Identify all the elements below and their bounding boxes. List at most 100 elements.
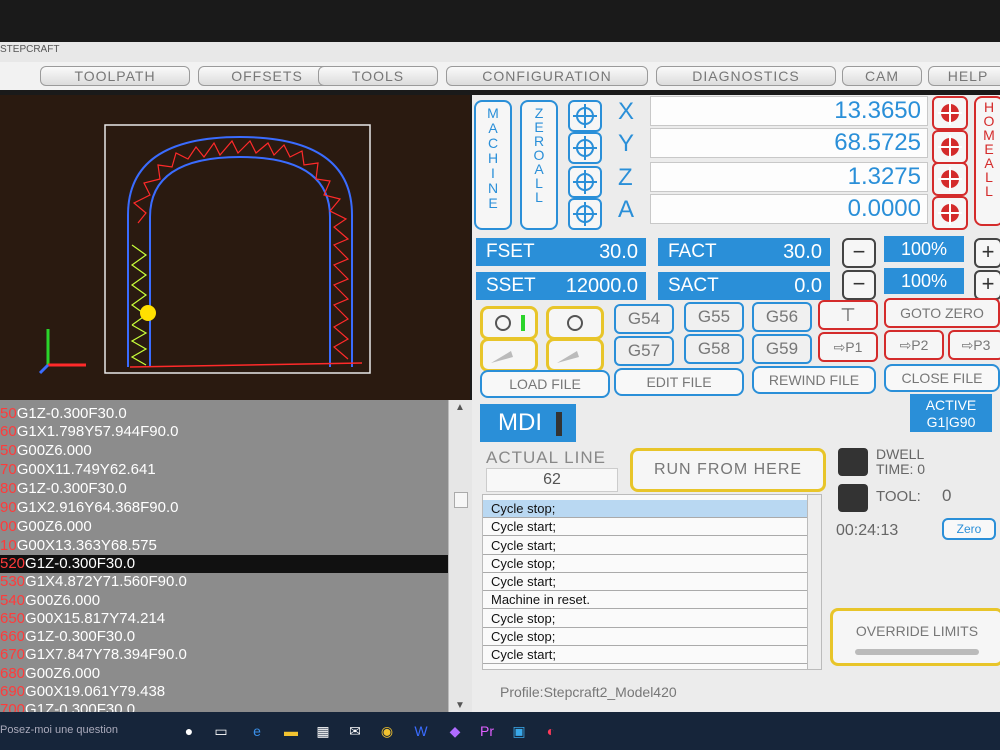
message-log[interactable]: Cycle stop; Cycle start; Cycle start; Cy… <box>482 494 822 670</box>
g55-button[interactable]: G55 <box>684 302 744 332</box>
gcode-line[interactable]: 00G00Z6.000 <box>0 518 448 536</box>
zero-timer-button[interactable]: Zero <box>942 518 996 540</box>
tab-cam[interactable]: CAM <box>842 66 922 86</box>
goto-p2-button[interactable]: ⇨P2 <box>884 330 944 360</box>
zero-a-button[interactable] <box>568 198 602 230</box>
zero-y-button[interactable] <box>568 132 602 164</box>
log-scrollbar[interactable] <box>807 495 821 669</box>
log-row[interactable]: Cycle start; <box>483 518 807 536</box>
override-limits-button[interactable]: OVERRIDE LIMITS <box>830 608 1000 666</box>
rewind-file-button[interactable]: REWIND FILE <box>752 366 876 394</box>
scroll-down-icon[interactable]: ▼ <box>455 700 465 711</box>
probe-button[interactable]: ⊤ <box>818 300 878 330</box>
run-from-here-button[interactable]: RUN FROM HERE <box>630 448 826 492</box>
gcode-scrollbar[interactable]: ▲ ▼ <box>448 400 473 722</box>
log-row[interactable]: Cycle stop; <box>483 500 807 518</box>
scroll-up-icon[interactable]: ▲ <box>455 402 465 413</box>
coolant-flood-button[interactable] <box>480 338 538 372</box>
sset-display[interactable]: SSET 12000.0 <box>476 272 646 300</box>
gcode-line[interactable]: 10G00X13.363Y68.575 <box>0 537 448 555</box>
mail-icon[interactable]: ✉ <box>346 722 364 740</box>
gcode-line[interactable]: 50G00Z6.000 <box>0 442 448 460</box>
gcode-line[interactable]: 680G00Z6.000 <box>0 665 448 683</box>
g59-button[interactable]: G59 <box>752 334 812 364</box>
load-file-button[interactable]: LOAD FILE <box>480 370 610 398</box>
log-row[interactable]: Cycle stop; <box>483 555 807 573</box>
spindle-cw-button[interactable] <box>480 306 538 340</box>
home-all-button[interactable]: HOME ALL <box>974 96 1000 226</box>
goto-p1-button[interactable]: ⇨P1 <box>818 332 878 362</box>
log-row[interactable]: Cycle stop; <box>483 610 807 628</box>
stepcraft-app-icon[interactable]: ◐ <box>542 722 560 740</box>
spindle-plus-button[interactable]: + <box>974 270 1000 300</box>
gcode-line[interactable]: 80G1Z-0.300F30.0 <box>0 480 448 498</box>
dwell-indicator <box>838 448 868 476</box>
tab-help[interactable]: HELP <box>928 66 1000 86</box>
log-row[interactable]: Cycle stop; <box>483 628 807 646</box>
word-icon[interactable]: W <box>412 722 430 740</box>
toolpath-view[interactable] <box>0 95 470 400</box>
microphone-icon[interactable]: ● <box>180 722 198 740</box>
edge-icon[interactable]: e <box>248 722 266 740</box>
g58-button[interactable]: G58 <box>684 334 744 364</box>
dro-y[interactable]: 68.5725 <box>650 128 928 158</box>
home-x-button[interactable] <box>932 96 968 130</box>
app-icon[interactable]: ▣ <box>510 722 528 740</box>
scroll-thumb[interactable] <box>454 492 468 508</box>
gcode-line[interactable]: 530G1X4.872Y71.560F90.0 <box>0 573 448 591</box>
chrome-icon[interactable]: ◉ <box>378 722 396 740</box>
log-row[interactable]: Machine in reset. <box>483 591 807 609</box>
home-a-button[interactable] <box>932 196 968 230</box>
goto-zero-button[interactable]: GOTO ZERO <box>884 298 1000 328</box>
spindle-minus-button[interactable]: − <box>842 270 876 300</box>
tab-configuration[interactable]: CONFIGURATION <box>446 66 648 86</box>
gcode-list[interactable]: 50G1Z-0.300F30.0 60G1X1.798Y57.944F90.0 … <box>0 400 475 722</box>
log-row[interactable]: Cycle start; <box>483 646 807 664</box>
feed-minus-button[interactable]: − <box>842 238 876 268</box>
gcode-line[interactable]: 540G00Z6.000 <box>0 592 448 610</box>
mdi-label: MDI <box>498 409 542 436</box>
dro-x[interactable]: 13.3650 <box>650 96 928 126</box>
g57-button[interactable]: G57 <box>614 336 674 366</box>
tab-diagnostics[interactable]: DIAGNOSTICS <box>656 66 836 86</box>
visual-studio-icon[interactable]: ◆ <box>446 722 464 740</box>
dro-z[interactable]: 1.3275 <box>650 162 928 192</box>
search-box[interactable]: Posez-moi une question <box>0 724 118 736</box>
g56-button[interactable]: G56 <box>752 302 812 332</box>
tab-toolpath[interactable]: TOOLPATH <box>40 66 190 86</box>
gcode-line[interactable]: 660G1Z-0.300F30.0 <box>0 628 448 646</box>
gcode-line-current[interactable]: 520G1Z-0.300F30.0 <box>0 555 448 573</box>
tab-offsets[interactable]: OFFSETS <box>198 66 336 86</box>
dro-a[interactable]: 0.0000 <box>650 194 928 224</box>
edit-file-button[interactable]: EDIT FILE <box>614 368 744 396</box>
gcode-line[interactable]: 670G1X7.847Y78.394F90.0 <box>0 646 448 664</box>
zero-z-button[interactable] <box>568 166 602 198</box>
task-view-icon[interactable]: ▭ <box>212 722 230 740</box>
home-y-button[interactable] <box>932 130 968 164</box>
gcode-line[interactable]: 60G1X1.798Y57.944F90.0 <box>0 423 448 441</box>
goto-p3-button[interactable]: ⇨P3 <box>948 330 1000 360</box>
close-file-button[interactable]: CLOSE FILE <box>884 364 1000 392</box>
gcode-line[interactable]: 690G00X19.061Y79.438 <box>0 683 448 701</box>
store-icon[interactable]: ▦ <box>314 722 332 740</box>
mdi-button[interactable]: MDI <box>480 404 576 442</box>
feed-plus-button[interactable]: + <box>974 238 1000 268</box>
zero-x-button[interactable] <box>568 100 602 132</box>
g54-button[interactable]: G54 <box>614 304 674 334</box>
gcode-line[interactable]: 650G00X15.817Y74.214 <box>0 610 448 628</box>
zero-all-button[interactable]: ZERO ALL <box>520 100 558 230</box>
fset-display[interactable]: FSET 30.0 <box>476 238 646 266</box>
coolant-mist-button[interactable] <box>546 338 604 372</box>
home-z-button[interactable] <box>932 162 968 196</box>
premiere-icon[interactable]: Pr <box>478 722 496 740</box>
machine-button[interactable]: MACHINE <box>474 100 512 230</box>
gcode-line[interactable]: 50G1Z-0.300F30.0 <box>0 405 448 423</box>
spindle-ccw-button[interactable] <box>546 306 604 340</box>
log-row[interactable]: Cycle start; <box>483 573 807 591</box>
gcode-line[interactable]: 90G1X2.916Y64.368F90.0 <box>0 499 448 517</box>
crosshair-icon <box>573 136 597 160</box>
log-row[interactable]: Cycle start; <box>483 537 807 555</box>
folder-icon[interactable]: ▬ <box>282 722 300 740</box>
tab-tools[interactable]: TOOLS <box>318 66 438 86</box>
gcode-line[interactable]: 70G00X11.749Y62.641 <box>0 461 448 479</box>
